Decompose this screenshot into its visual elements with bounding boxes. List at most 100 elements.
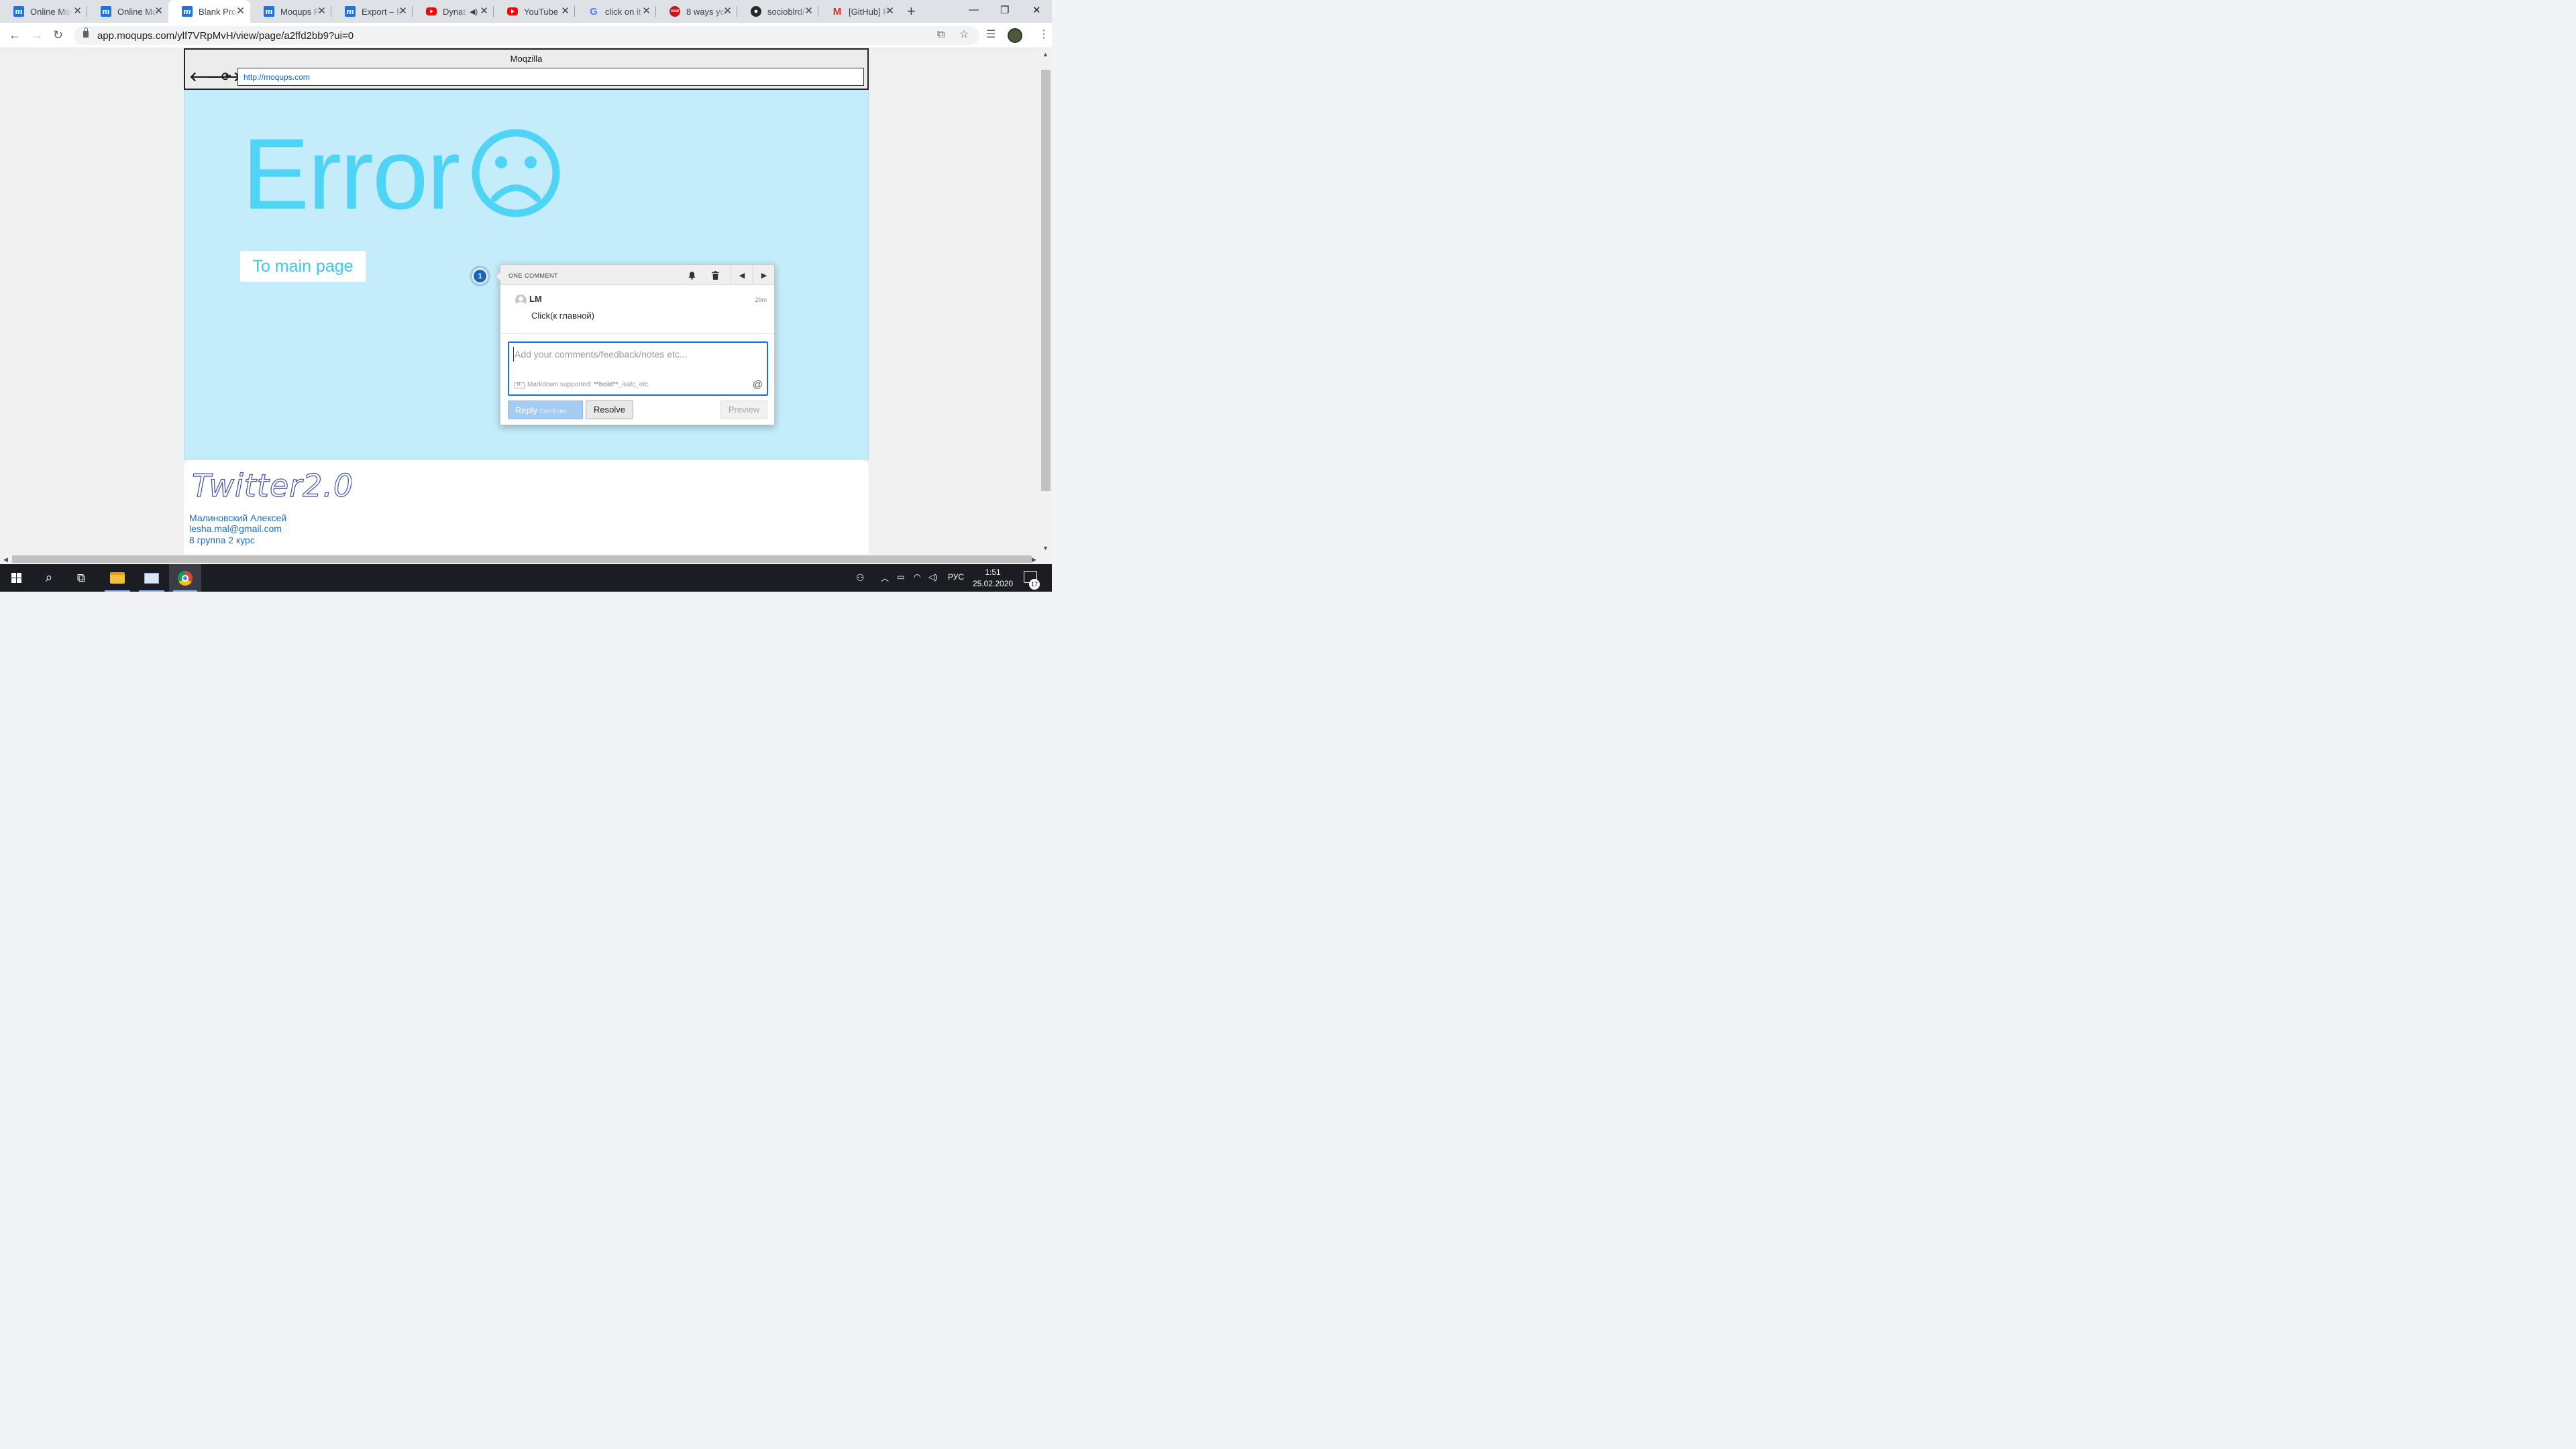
next-comment-icon[interactable]: ▶ [753,265,775,285]
close-icon[interactable]: ✕ [398,6,407,17]
tab-online-mockup-2[interactable]: m Online Mockup ✕ [87,0,168,23]
tab-export-moqups[interactable]: m Export – Moqups ✕ [331,0,413,23]
svg-text:Twitter2.0: Twitter2.0 [192,468,352,504]
markdown-hint: Markdown supported: **bold**_italic_etc. [527,381,650,388]
author-group: 8 группа 2 курс [189,535,255,545]
people-icon[interactable]: ⚇ [856,572,865,584]
speaker-icon[interactable]: ◀) [470,7,478,16]
markdown-icon: M↓ [515,382,525,388]
close-icon[interactable]: ✕ [480,6,488,17]
comment-popup: ONE COMMENT ◀ ▶ LM 29m Click(к главной) … [494,264,775,425]
scroll-down-icon[interactable]: ▼ [1042,545,1049,551]
back-icon[interactable]: ← [9,28,21,42]
bookmark-star-icon[interactable]: ☆ [959,29,969,41]
mention-icon[interactable]: @ [753,379,763,390]
address-url[interactable]: app.moqups.com/ylf7VRpMvH/view/page/a2ff… [97,30,354,42]
tab-youtube[interactable]: YouTube ✕ [494,0,575,23]
bell-icon[interactable] [681,265,703,285]
reload-icon[interactable]: ↻ [53,28,63,42]
close-icon[interactable]: ✕ [885,6,894,17]
mock-reload-icon: ⟳ [221,70,231,83]
horizontal-scroll-thumb[interactable] [12,555,1032,563]
page-viewport: Moqzilla 🡐 🡒 ⟳ http://moqups.com Error T… [0,48,1040,554]
vertical-scroll-thumb[interactable] [1041,70,1051,491]
system-clock[interactable]: 1:51 25.02.2020 [973,567,1013,590]
to-main-page-button[interactable]: To main page [240,251,366,282]
mail-icon [144,572,159,584]
tab-title: Blank Project [199,6,240,17]
sad-face-icon [472,129,560,217]
volume-icon[interactable]: ◁) [928,572,937,582]
menu-kebab-icon[interactable]: ⋮ [1038,29,1049,41]
media-queue-icon[interactable]: ☰ [986,29,996,41]
task-view-icon[interactable]: ⧉ [66,564,97,592]
tab-strip: m Online Mockup ✕ m Online Mockup ✕ m Bl… [0,0,1052,23]
close-icon[interactable]: ✕ [804,6,813,17]
profile-avatar[interactable] [1008,28,1022,43]
close-icon[interactable]: ✕ [236,6,245,17]
youtube-icon [507,7,518,15]
tab-title: Online Mockup [30,6,72,17]
moqups-icon: m [264,6,274,17]
trash-icon[interactable] [704,265,727,285]
comment-input[interactable] [513,347,761,362]
tab-title: click on it [605,6,641,17]
comment-marker-number: 1 [472,268,488,284]
close-icon[interactable]: ✕ [154,6,163,17]
reply-button[interactable]: Reply Ctrl+Enter [508,400,583,419]
wifi-icon[interactable]: ◠ [914,572,920,582]
input-language[interactable]: РУС [948,572,964,582]
mock-browser-window: Moqzilla 🡐 🡒 ⟳ http://moqups.com [184,48,869,90]
folder-icon [110,572,125,584]
mock-footer: Twitter2.0 Малиновский Алексей lesha.mal… [184,460,869,554]
scroll-right-icon[interactable]: ▶ [1032,556,1036,564]
scroll-left-icon[interactable]: ◀ [3,556,8,564]
chrome-taskbar-button[interactable] [169,564,201,592]
minimize-icon[interactable]: — [969,4,979,15]
close-icon[interactable]: ✕ [723,6,732,17]
tab-8-ways[interactable]: cnet 8 ways you ✕ [656,0,737,23]
tab-github-gmail[interactable]: M [GitHub] P ✕ [818,0,900,23]
battery-icon[interactable]: ▭ [897,572,904,582]
mail-app-button[interactable] [135,564,168,592]
notification-count: 17 [1029,579,1040,590]
start-button[interactable] [0,564,32,592]
show-hidden-icons-icon[interactable]: ︿ [881,572,889,584]
tab-dynatrace[interactable]: Dynatrace ◀) ✕ [413,0,494,23]
tab-title: socioblrd/ [767,6,805,17]
tab-socioblrd[interactable]: ● socioblrd/ ✕ [737,0,818,23]
close-icon[interactable]: ✕ [561,6,570,17]
google-icon: G [590,5,598,17]
comment-input-box[interactable]: M↓ Markdown supported: **bold**_italic_e… [508,341,768,396]
browser-toolbar: ← → ↻ app.moqups.com/ylf7VRpMvH/view/pag… [0,23,1052,48]
markdown-etc: etc. [639,381,650,388]
close-icon[interactable]: ✕ [73,6,82,17]
scroll-up-icon[interactable]: ▲ [1042,51,1049,58]
tab-click-on-it[interactable]: G click on it ✕ [575,0,656,23]
address-bar[interactable]: app.moqups.com/ylf7VRpMvH/view/page/a2ff… [74,26,979,45]
tab-moqups-pricing[interactable]: m Moqups Pricing ✕ [250,0,331,23]
file-explorer-button[interactable] [101,564,134,592]
twitter2-logo: Twitter2.0 [191,467,352,504]
close-icon[interactable]: ✕ [317,6,326,17]
translate-icon[interactable]: ⧉ [937,29,945,41]
tab-title: YouTube [524,6,559,17]
tab-title: Online Mockup [117,6,159,17]
resolve-button[interactable]: Resolve [586,400,633,419]
moqups-icon: m [345,6,356,17]
tab-blank-project[interactable]: m Blank Project ✕ [168,0,250,23]
comment-marker[interactable]: 1 [470,266,490,286]
restore-icon[interactable]: ❐ [1000,4,1009,16]
tab-online-mockup-1[interactable]: m Online Mockup ✕ [0,0,87,23]
close-icon[interactable]: ✕ [642,6,651,17]
search-icon[interactable]: ⌕ [34,564,64,592]
author-email: lesha.mal@gmail.com [189,523,282,534]
window-close-icon[interactable]: ✕ [1032,4,1041,16]
user-avatar-icon [515,294,527,306]
new-tab-button[interactable]: + [907,4,916,19]
comment-count-label: ONE COMMENT [508,272,558,279]
previous-comment-icon[interactable]: ◀ [731,265,753,285]
author-name: Малиновский Алексей [189,513,287,523]
preview-button[interactable]: Preview [720,400,767,419]
forward-icon[interactable]: → [31,28,43,42]
